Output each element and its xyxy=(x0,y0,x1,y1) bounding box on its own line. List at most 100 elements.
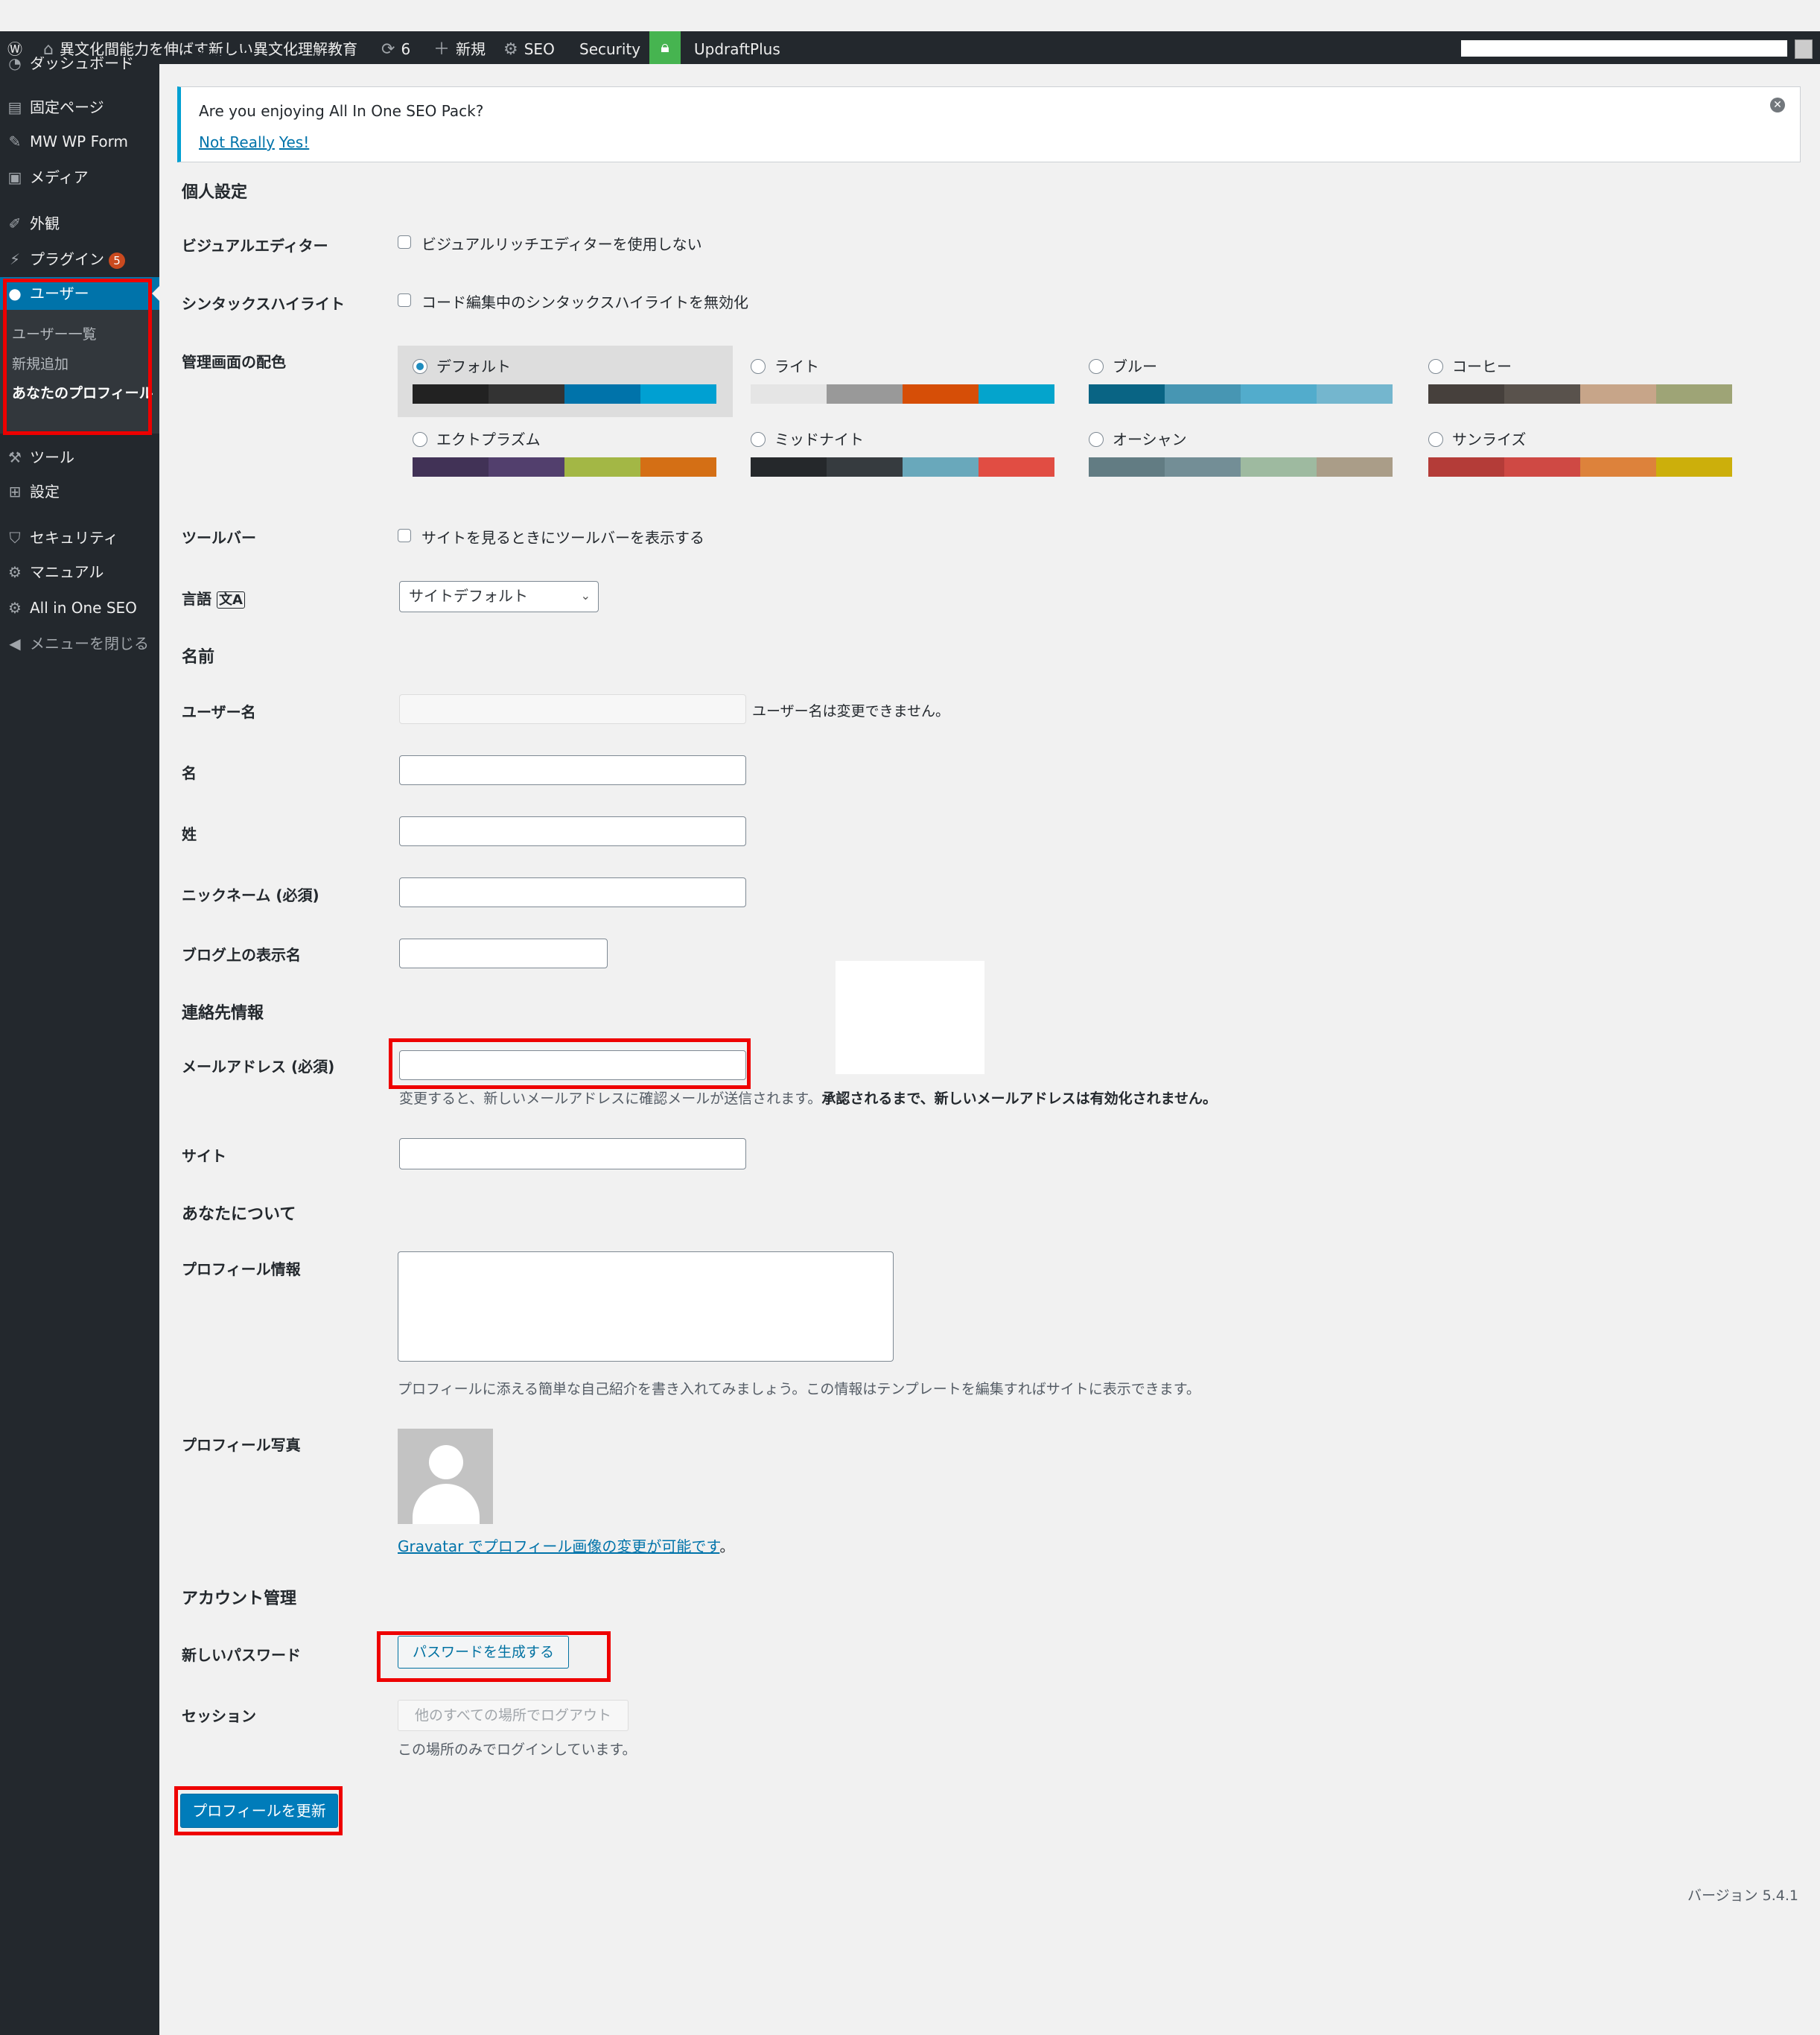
color-scheme-option[interactable]: デフォルト xyxy=(398,346,733,417)
color-scheme-swatches xyxy=(413,457,716,477)
syntax-highlight-checkbox-label: コード編集中のシンタックスハイライトを無効化 xyxy=(421,293,748,311)
menu-plugins[interactable]: ⚡ プラグイン 5 xyxy=(0,243,159,276)
color-scheme-option[interactable]: ミッドナイト xyxy=(736,419,1071,490)
collapse-icon: ◀ xyxy=(9,635,21,653)
my-account-bar[interactable] xyxy=(1461,40,1787,57)
updates-link[interactable]: ⟳ 6 xyxy=(381,31,410,64)
email-label: メールアドレス (必須) xyxy=(182,1058,335,1076)
menu-security[interactable]: ⛉ セキュリティ xyxy=(0,521,159,554)
color-scheme-swatches xyxy=(1428,457,1732,477)
menu-dashboard[interactable]: ◔ ダッシュボード xyxy=(0,57,159,76)
highlight-users-menu xyxy=(3,279,152,435)
page-title: プロフィール xyxy=(182,48,334,64)
website-field[interactable] xyxy=(399,1138,746,1169)
swatch xyxy=(979,384,1054,404)
swatch xyxy=(640,457,716,477)
language-select[interactable]: サイトデフォルト ⌄ xyxy=(399,581,599,612)
swatch xyxy=(1241,457,1317,477)
username-label: ユーザー名 xyxy=(182,703,256,721)
color-scheme-name: ライト xyxy=(774,358,819,375)
menu-all-in-one-seo[interactable]: ⚙ All in One SEO xyxy=(0,591,159,624)
language-label: 言語 文A xyxy=(182,587,245,609)
color-scheme-radio[interactable] xyxy=(413,432,427,447)
toolbar-checkbox[interactable] xyxy=(398,529,411,542)
color-scheme-option[interactable]: サンライズ xyxy=(1413,419,1749,490)
lock-icon[interactable]: 🔒︎ xyxy=(649,31,681,64)
wp-version: バージョン 5.4.1 xyxy=(1687,1888,1799,1904)
visual-editor-label: ビジュアルエディター xyxy=(182,237,328,255)
menu-collapse[interactable]: ◀ メニューを閉じる xyxy=(0,627,159,660)
swatch xyxy=(1241,384,1317,404)
swatch xyxy=(903,384,979,404)
gravatar-link[interactable]: Gravatar でプロフィール画像の変更が可能です xyxy=(398,1537,719,1555)
last-name-label: 姓 xyxy=(182,825,197,843)
first-name-field[interactable] xyxy=(399,755,746,785)
yes-link[interactable]: Yes! xyxy=(279,133,309,151)
color-scheme-radio[interactable] xyxy=(751,432,766,447)
personal-options-heading: 個人設定 xyxy=(182,183,248,202)
menu-manual[interactable]: ⚙ マニュアル xyxy=(0,556,159,588)
syntax-highlight-label: シンタックスハイライト xyxy=(182,295,345,313)
bio-note: プロフィールに添える簡単な自己紹介を書き入れてみましょう。この情報はテンプレート… xyxy=(398,1381,1200,1397)
nickname-field[interactable] xyxy=(399,877,746,907)
color-scheme-radio[interactable] xyxy=(751,359,766,374)
last-name-field[interactable] xyxy=(399,816,746,846)
color-scheme-option[interactable]: コーヒー xyxy=(1413,346,1749,417)
color-scheme-name: サンライズ xyxy=(1452,431,1527,448)
color-scheme-option[interactable]: オーシャン xyxy=(1074,419,1409,490)
color-scheme-option[interactable]: ライト xyxy=(736,346,1071,417)
menu-mw-wp-form[interactable]: ✎ MW WP Form xyxy=(0,125,159,158)
dismiss-icon[interactable]: ✕ xyxy=(1770,98,1785,112)
gravatar-line: Gravatar でプロフィール画像の変更が可能です。 xyxy=(398,1537,735,1555)
new-content-link[interactable]: ＋新規 xyxy=(433,31,486,64)
menu-settings[interactable]: ⊞ 設定 xyxy=(0,475,159,508)
swatch xyxy=(413,457,489,477)
account-management-heading: アカウント管理 xyxy=(182,1590,297,1608)
swatch xyxy=(1656,384,1732,404)
updraftplus-menu[interactable]: UpdraftPlus xyxy=(694,31,780,64)
profile-picture-label: プロフィール写真 xyxy=(182,1436,301,1454)
menu-media[interactable]: ▣ メディア xyxy=(0,161,159,194)
swatch xyxy=(903,457,979,477)
swatch xyxy=(1580,457,1656,477)
swatch xyxy=(1428,384,1504,404)
color-scheme-radio[interactable] xyxy=(1089,359,1104,374)
swatch xyxy=(1428,457,1504,477)
color-scheme-name: コーヒー xyxy=(1452,358,1512,375)
user-avatar-icon[interactable] xyxy=(1795,39,1813,59)
menu-pages[interactable]: ▤ 固定ページ xyxy=(0,91,159,124)
chevron-down-icon: ⌄ xyxy=(580,588,591,603)
logout-everywhere-button: 他のすべての場所でログアウト xyxy=(398,1700,629,1731)
color-scheme-radio[interactable] xyxy=(1089,432,1104,447)
syntax-highlight-checkbox[interactable] xyxy=(398,293,411,307)
color-scheme-radio[interactable] xyxy=(1428,432,1443,447)
bio-textarea[interactable] xyxy=(398,1251,894,1362)
toolbar-checkbox-label: サイトを見るときにツールバーを表示する xyxy=(421,529,704,547)
swatch xyxy=(1504,457,1580,477)
website-label: サイト xyxy=(182,1147,226,1165)
notice-links: Not Really Yes! xyxy=(199,133,314,151)
color-scheme-radio[interactable] xyxy=(413,359,427,374)
menu-tools[interactable]: ⚒ ツール xyxy=(0,441,159,474)
nickname-label: ニックネーム (必須) xyxy=(182,886,319,904)
swatch xyxy=(1165,457,1241,477)
security-menu[interactable]: Security xyxy=(579,31,640,64)
swatch xyxy=(489,457,564,477)
page-icon: ▤ xyxy=(7,98,22,116)
profile-avatar xyxy=(398,1429,493,1524)
highlight-email-field xyxy=(389,1038,751,1089)
color-scheme-swatches xyxy=(413,384,716,404)
gear-icon: ⚙ xyxy=(503,40,518,59)
menu-appearance[interactable]: ✐ 外観 xyxy=(0,207,159,240)
seo-menu[interactable]: ⚙ SEO xyxy=(503,31,555,64)
color-scheme-option[interactable]: ブルー xyxy=(1074,346,1409,417)
visual-editor-checkbox-label: ビジュアルリッチエディターを使用しない xyxy=(421,235,702,253)
swatch xyxy=(489,384,564,404)
visual-editor-checkbox[interactable] xyxy=(398,235,411,249)
display-name-select[interactable] xyxy=(399,939,608,968)
color-scheme-radio[interactable] xyxy=(1428,359,1443,374)
top-strip xyxy=(0,0,1820,31)
not-really-link[interactable]: Not Really xyxy=(199,133,275,151)
color-scheme-option[interactable]: エクトプラズム xyxy=(398,419,733,490)
swatch xyxy=(827,384,903,404)
